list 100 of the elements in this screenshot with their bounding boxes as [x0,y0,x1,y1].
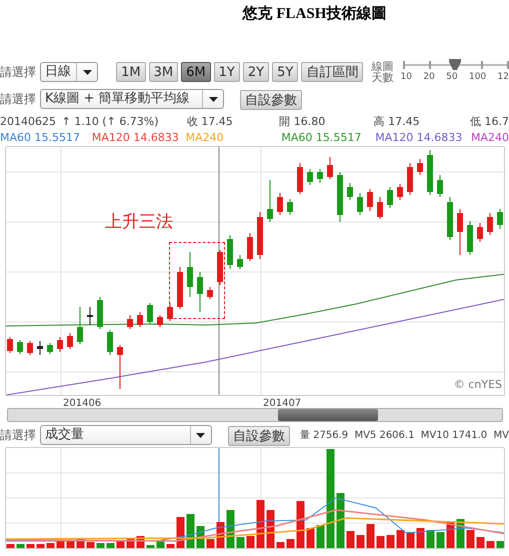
candlestick [7,336,13,354]
volume-bar [286,539,294,549]
candlestick [157,314,163,328]
candlestick [417,158,423,176]
candlestick [27,340,33,356]
volume-bar [356,535,364,549]
candlestick [497,208,503,230]
candlestick [457,208,463,256]
volume-bar [486,541,494,549]
candlestick [207,286,213,300]
volume-bar [236,537,244,549]
dropdown[interactable]: K線圖 + 簡單移動平均線 [40,89,224,109]
volume-bar [316,525,324,549]
candlestick [407,162,413,196]
chart-annotation: 上升三法 [105,211,173,234]
volume-bar [166,544,174,549]
volume-bar [246,536,254,549]
candlestick [377,196,383,220]
candlestick [127,314,133,330]
button[interactable]: 自設參數 [240,90,302,110]
volume-bar [46,543,54,549]
quote-value: 高 17.45 [374,114,421,130]
volume-bar [496,541,504,549]
volume-bar [86,542,94,549]
dropdown[interactable]: 日線 [40,62,98,82]
candlestick [267,180,273,222]
volume-bar [146,545,154,549]
volume-bar [396,530,404,549]
ma-legend: MA60 15.5517 [281,130,376,146]
candlestick [167,302,173,322]
slider-tick-label: 10 [400,71,412,84]
candlestick [297,162,303,194]
volume-bar [256,500,264,549]
volume-bar [226,510,234,549]
candlestick [367,188,373,212]
candlestick [87,306,93,326]
chart-credit: © cnYES [454,376,502,392]
volume-stats: 量 2756.9 MV5 2606.1 MV10 1741.0 MV [300,428,509,442]
select-label: 請選擇 [0,64,36,81]
ma-legend: MA60 15.5517 [0,130,92,146]
select-label: 請選擇 [0,91,36,108]
candlestick [17,340,23,354]
volume-bar [426,530,434,549]
volume-bar [206,539,214,549]
candlestick [397,184,403,200]
quote-value: 開 16.80 [279,114,326,130]
ma-legend: MA120 14.6833 [375,130,471,146]
volume-bar [296,501,304,549]
button[interactable]: 3M [148,62,178,82]
volume-bar [26,544,34,549]
slider-label: 線圖天數 [371,61,394,83]
volume-bar [306,528,314,549]
ma-legend: MA120 14.6833 [92,130,186,146]
candlestick [37,340,43,356]
dropdown-arrow-icon [82,70,92,74]
candlestick [107,330,113,356]
button[interactable]: 6M [181,62,211,82]
candlestick [427,150,433,196]
quote-value: 20140625 [0,114,57,130]
button[interactable]: 1Y [214,62,240,82]
candlestick [217,250,223,286]
candlestick [467,220,473,256]
slider-tick-label: 20 [423,71,435,84]
volume-bar [406,532,414,549]
candlestick [357,192,363,216]
scrollbar-thumb[interactable] [278,409,378,421]
button[interactable]: 2Y [242,62,270,82]
volume-bar [346,531,354,549]
volume-bar [186,514,194,549]
candlestick [77,306,83,344]
dropdown[interactable]: 成交量 [40,425,212,445]
slider-tick-label: 100 [468,71,486,84]
candlestick [47,342,53,354]
volume-bar [366,524,374,549]
volume-bar [436,532,444,549]
slider-tick-label: 50 [446,71,458,84]
volume-bar [416,528,424,549]
button[interactable]: 自訂區間 [301,62,364,82]
button[interactable]: 1M [116,62,146,82]
candlestick [387,186,393,208]
candlestick [247,232,253,262]
slider-thumb[interactable] [448,59,461,70]
scrollbar[interactable] [7,408,503,422]
candlestick [117,344,123,390]
slider-tick-label: 12 [498,71,509,84]
select-label: 請選擇 [0,427,36,444]
ma-legend: MA240 [470,130,509,146]
candlestick [147,302,153,324]
dropdown-arrow-icon [196,432,206,438]
button[interactable]: 5Y [272,62,298,82]
slider-track[interactable] [402,59,507,72]
candlestick [337,172,343,222]
volume-bar [336,493,344,549]
candlestick [227,234,233,270]
volume-bar [36,544,44,549]
volume-bar [386,535,394,549]
button[interactable]: 自設參數 [228,426,290,446]
x-axis-label: 201407 [263,397,302,411]
candlestick [307,168,313,186]
candlestick [317,168,323,184]
